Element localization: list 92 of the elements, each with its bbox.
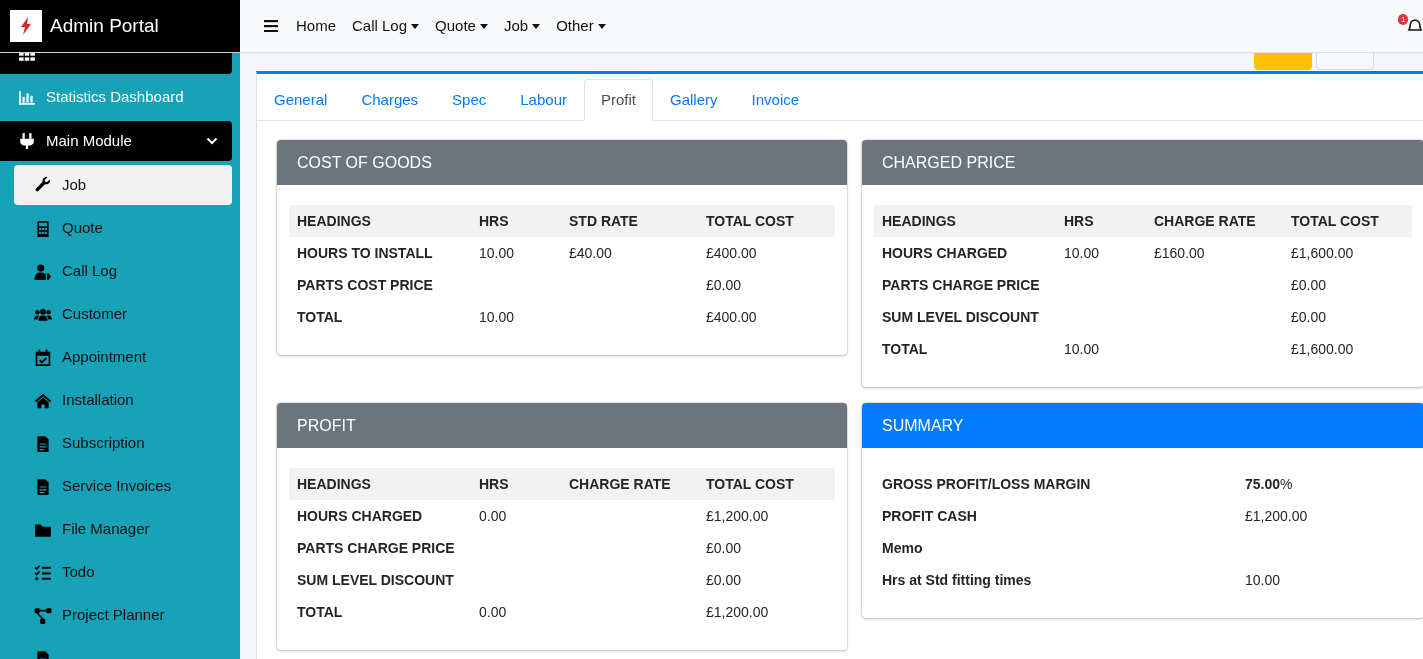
row-label: SUM LEVEL DISCOUNT <box>881 307 1040 327</box>
summary-value: 10.00 <box>1244 570 1282 590</box>
tab[interactable]: Profit <box>584 79 653 121</box>
column-header: STD RATE <box>568 211 639 231</box>
sidebar-item[interactable]: Job <box>14 165 232 205</box>
sidebar-item[interactable]: File Manager <box>14 508 232 551</box>
row-label: PARTS CHARGE PRICE <box>881 275 1041 295</box>
sidebar-item[interactable]: Customer <box>14 293 232 336</box>
column-header: HRS <box>478 474 510 494</box>
row-label: PARTS CHARGE PRICE <box>296 538 456 558</box>
table-cell-text: £1,200.00 <box>705 602 770 622</box>
table-cell-text: £1,600.00 <box>1290 339 1355 359</box>
sidebar-item[interactable]: Main Module <box>0 121 232 161</box>
tab[interactable]: Gallery <box>653 79 735 121</box>
tab[interactable]: Spec <box>435 79 504 121</box>
summary-label: Hrs at Std fitting times <box>881 570 1033 590</box>
column-header: HRS <box>1063 211 1095 231</box>
user-icon <box>34 262 52 281</box>
brand-logo-icon <box>10 10 42 42</box>
table-cell-text: £0.00 <box>705 538 743 558</box>
column-header: HEADINGS <box>296 211 372 231</box>
table-cell-text: £0.00 <box>705 275 743 295</box>
summary-value: £1,200.00 <box>1244 506 1309 526</box>
sidebar-item[interactable]: Quote <box>14 207 232 250</box>
summary-label: GROSS PROFIT/LOSS MARGIN <box>881 474 1092 494</box>
table-cell-text: 0.00 <box>478 506 508 526</box>
summary-value: 75.00% <box>1244 474 1294 494</box>
nav-link[interactable]: Other <box>548 14 614 38</box>
column-header: CHARGE RATE <box>1153 211 1257 231</box>
checklist-icon <box>34 563 52 582</box>
table-cell-text: £0.00 <box>1290 275 1328 295</box>
calendar-icon <box>34 348 52 367</box>
nav-link[interactable]: Quote <box>427 14 496 38</box>
wrench-icon <box>34 176 52 194</box>
row-label: TOTAL <box>881 339 929 359</box>
summary-label: Memo <box>881 538 924 558</box>
column-header: HEADINGS <box>881 211 957 231</box>
panel-header: CHARGED PRICE <box>862 140 1423 185</box>
table-cell-text: 0.00 <box>478 602 508 622</box>
panel-header: PROFIT <box>277 403 847 448</box>
calculator-icon <box>34 219 52 238</box>
row-label: TOTAL <box>296 307 344 327</box>
panel-header: SUMMARY <box>862 403 1423 448</box>
table-cell-text: 10.00 <box>478 243 516 263</box>
sidebar-item[interactable]: Appointment <box>14 336 232 379</box>
row-label: SUM LEVEL DISCOUNT <box>296 570 455 590</box>
table-cell-text: £0.00 <box>1290 307 1328 327</box>
brand-title: Admin Portal <box>50 13 159 38</box>
table-cell-text: £0.00 <box>705 570 743 590</box>
table-cell-text: £160.00 <box>1153 243 1206 263</box>
row-label: HOURS CHARGED <box>881 243 1009 263</box>
document-icon <box>34 477 52 496</box>
table-cell-text: £400.00 <box>705 243 758 263</box>
column-header: TOTAL COST <box>705 211 795 231</box>
table-cell-text: £40.00 <box>568 243 613 263</box>
column-header: CHARGE RATE <box>568 474 672 494</box>
menu-icon[interactable] <box>264 20 278 32</box>
notification-badge: 1 <box>1398 14 1409 25</box>
sidebar-item[interactable]: Service Invoices <box>14 465 232 508</box>
nav-link[interactable]: Home <box>288 14 344 38</box>
house-icon <box>34 391 52 410</box>
row-label: HOURS CHARGED <box>296 506 424 526</box>
flowchart-icon <box>34 606 52 625</box>
sidebar-item[interactable]: Installation <box>14 379 232 422</box>
panel-header: COST OF GOODS <box>277 140 847 185</box>
column-header: HEADINGS <box>296 474 372 494</box>
row-label: HOURS TO INSTALL <box>296 243 434 263</box>
column-header: TOTAL COST <box>1290 211 1380 231</box>
tab[interactable]: General <box>257 79 345 121</box>
nav-link[interactable]: Job <box>495 14 549 38</box>
sidebar-item[interactable]: Subscription <box>14 422 232 465</box>
table-cell-text: £400.00 <box>705 307 758 327</box>
table-cell-text: £1,600.00 <box>1290 243 1355 263</box>
column-header: HRS <box>478 211 510 231</box>
column-header: TOTAL COST <box>705 474 795 494</box>
sidebar-item[interactable]: Project Planner <box>14 594 232 637</box>
tab[interactable]: Invoice <box>734 79 817 121</box>
bar-chart-icon <box>18 88 36 107</box>
row-label: TOTAL <box>296 602 344 622</box>
row-label: PARTS COST PRICE <box>296 275 434 295</box>
sidebar-item[interactable]: Call Log <box>14 250 232 293</box>
plug-icon <box>18 132 36 150</box>
summary-label: PROFIT CASH <box>881 506 978 526</box>
sidebar-item[interactable]: Todo <box>14 551 232 594</box>
table-cell-text: 10.00 <box>1063 243 1101 263</box>
table-cell-text: 10.00 <box>478 307 516 327</box>
table-cell-text: 10.00 <box>1063 339 1101 359</box>
table-cell-text: £1,200.00 <box>705 506 770 526</box>
document-icon <box>34 434 52 453</box>
tab[interactable]: Charges <box>344 79 436 121</box>
nav-link[interactable]: Call Log <box>344 14 428 38</box>
tab[interactable]: Labour <box>503 79 584 121</box>
